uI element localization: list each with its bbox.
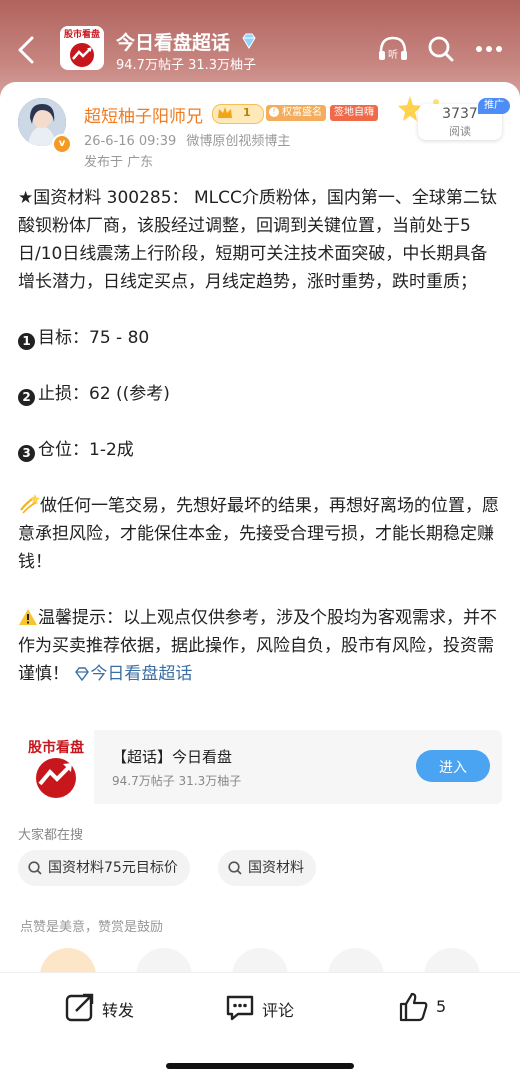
search-chip[interactable]: 国资材料75元目标价 [18,850,190,886]
home-indicator [166,1063,354,1069]
topic-stats: 94.7万帖子 31.3万柚子 [116,58,257,73]
diamond-link-icon [75,667,90,681]
promo-badge[interactable]: 推广 [478,98,510,114]
post-intro: ★国资材料 300285： MLCC介质粉体，国内第一、全球第二钛酸钡粉体厂商，… [18,188,497,292]
position-line: 3 仓位：1-2成 [18,436,504,464]
like-button[interactable]: 5 [398,989,468,1025]
topic-logo[interactable]: 股市看盘 [60,26,104,70]
crown-icon [218,107,232,118]
comment-icon [226,995,254,1021]
comment-label: 评论 [262,1001,295,1020]
supertopic-logo-text: 股市看盘 [28,739,84,756]
stock-logo-icon: 股市看盘 [18,730,94,804]
search-icon[interactable] [426,34,456,64]
fame-tag-label: 权富盛名 [282,107,322,118]
like-count: 5 [436,997,447,1016]
search-chip-label: 国资材料 [248,860,304,876]
advice-line: 做任何一笔交易，先想好最坏的结果，再想好离场的位置，愿意承担风险，才能保住本金，… [18,492,504,576]
stock-logo-icon: 股市看盘 [60,26,104,67]
svg-text:听: 听 [388,49,398,61]
supertopic-stats: 94.7万帖子 31.3万柚子 [112,774,242,788]
sparkle-icon [20,494,40,514]
level-number: 1 [243,106,251,119]
read-label: 阅读 [449,125,471,138]
checkin-tag[interactable]: 签地自嗨 [330,105,378,121]
supertopic-logo: 股市看盘 [18,730,94,804]
like-icon [399,992,428,1022]
author-role: 微博原创视频博主 [186,134,291,149]
warning-line: 温馨提示：以上观点仅供参考，涉及个股均为客观需求，并不作为买卖推荐依据，据此操作… [18,604,504,688]
bottom-action-bar: 转发 评论 5 [0,972,520,1081]
level-badge[interactable]: 1 [212,104,264,124]
repost-button[interactable]: 转发 [64,989,154,1025]
comment-button[interactable]: 评论 [224,989,314,1025]
warning-icon [19,609,37,625]
target-line: 1 目标：75 - 80 [18,324,504,352]
advice-text: 做任何一笔交易，先想好最坏的结果，再想好离场的位置，愿意承担风险，才能保住本金，… [18,496,499,572]
enter-button[interactable]: 进入 [416,750,490,782]
back-arrow-icon[interactable] [12,30,40,70]
topic-logo-text: 股市看盘 [64,28,100,40]
trending-search-title: 大家都在搜 [18,828,84,843]
search-icon [228,861,242,875]
diamond-icon [242,33,256,49]
number-three-icon: 3 [18,445,35,462]
repost-icon [65,993,94,1022]
position-text: 仓位：1-2成 [38,440,134,460]
post-time: 26-6-16 09:39 [84,134,177,149]
verified-badge: v [52,134,72,154]
post-meta: 26-6-16 09:39 微博原创视频博主 [84,130,290,149]
number-one-icon: 1 [18,333,35,350]
topic-link-text: 今日看盘超话 [90,664,193,684]
search-chip[interactable]: 国资材料 [218,850,316,886]
author-name[interactable]: 超短柚子阳师兄 [84,102,203,127]
topic-title: 今日看盘超话 [116,32,231,54]
stoploss-text: 止损：62 ((参考) [38,384,170,404]
post-body: ★国资材料 300285： MLCC介质粉体，国内第一、全球第二钛酸钡粉体厂商，… [18,184,504,688]
listen-icon[interactable]: 听 [376,34,410,64]
number-two-icon: 2 [18,389,35,406]
topic-link[interactable]: 今日看盘超话 [74,664,192,684]
search-icon [28,861,42,875]
more-icon[interactable] [474,36,504,62]
like-hint: 点赞是美意，赞赏是鼓励 [20,920,164,935]
stoploss-line: 2 止损：62 ((参考) [18,380,504,408]
fame-tag[interactable]: ! 权富盛名 [266,105,326,121]
fame-tag-icon: ! [269,107,279,117]
post-location: 发布于 广东 [84,155,154,170]
search-chip-label: 国资材料75元目标价 [48,860,178,876]
supertopic-title: 【超话】今日看盘 [112,748,233,766]
target-text: 目标：75 - 80 [38,328,150,348]
supertopic-card[interactable]: 股市看盘 【超话】今日看盘 94.7万帖子 31.3万柚子 进入 [18,730,502,804]
repost-label: 转发 [102,1001,135,1020]
